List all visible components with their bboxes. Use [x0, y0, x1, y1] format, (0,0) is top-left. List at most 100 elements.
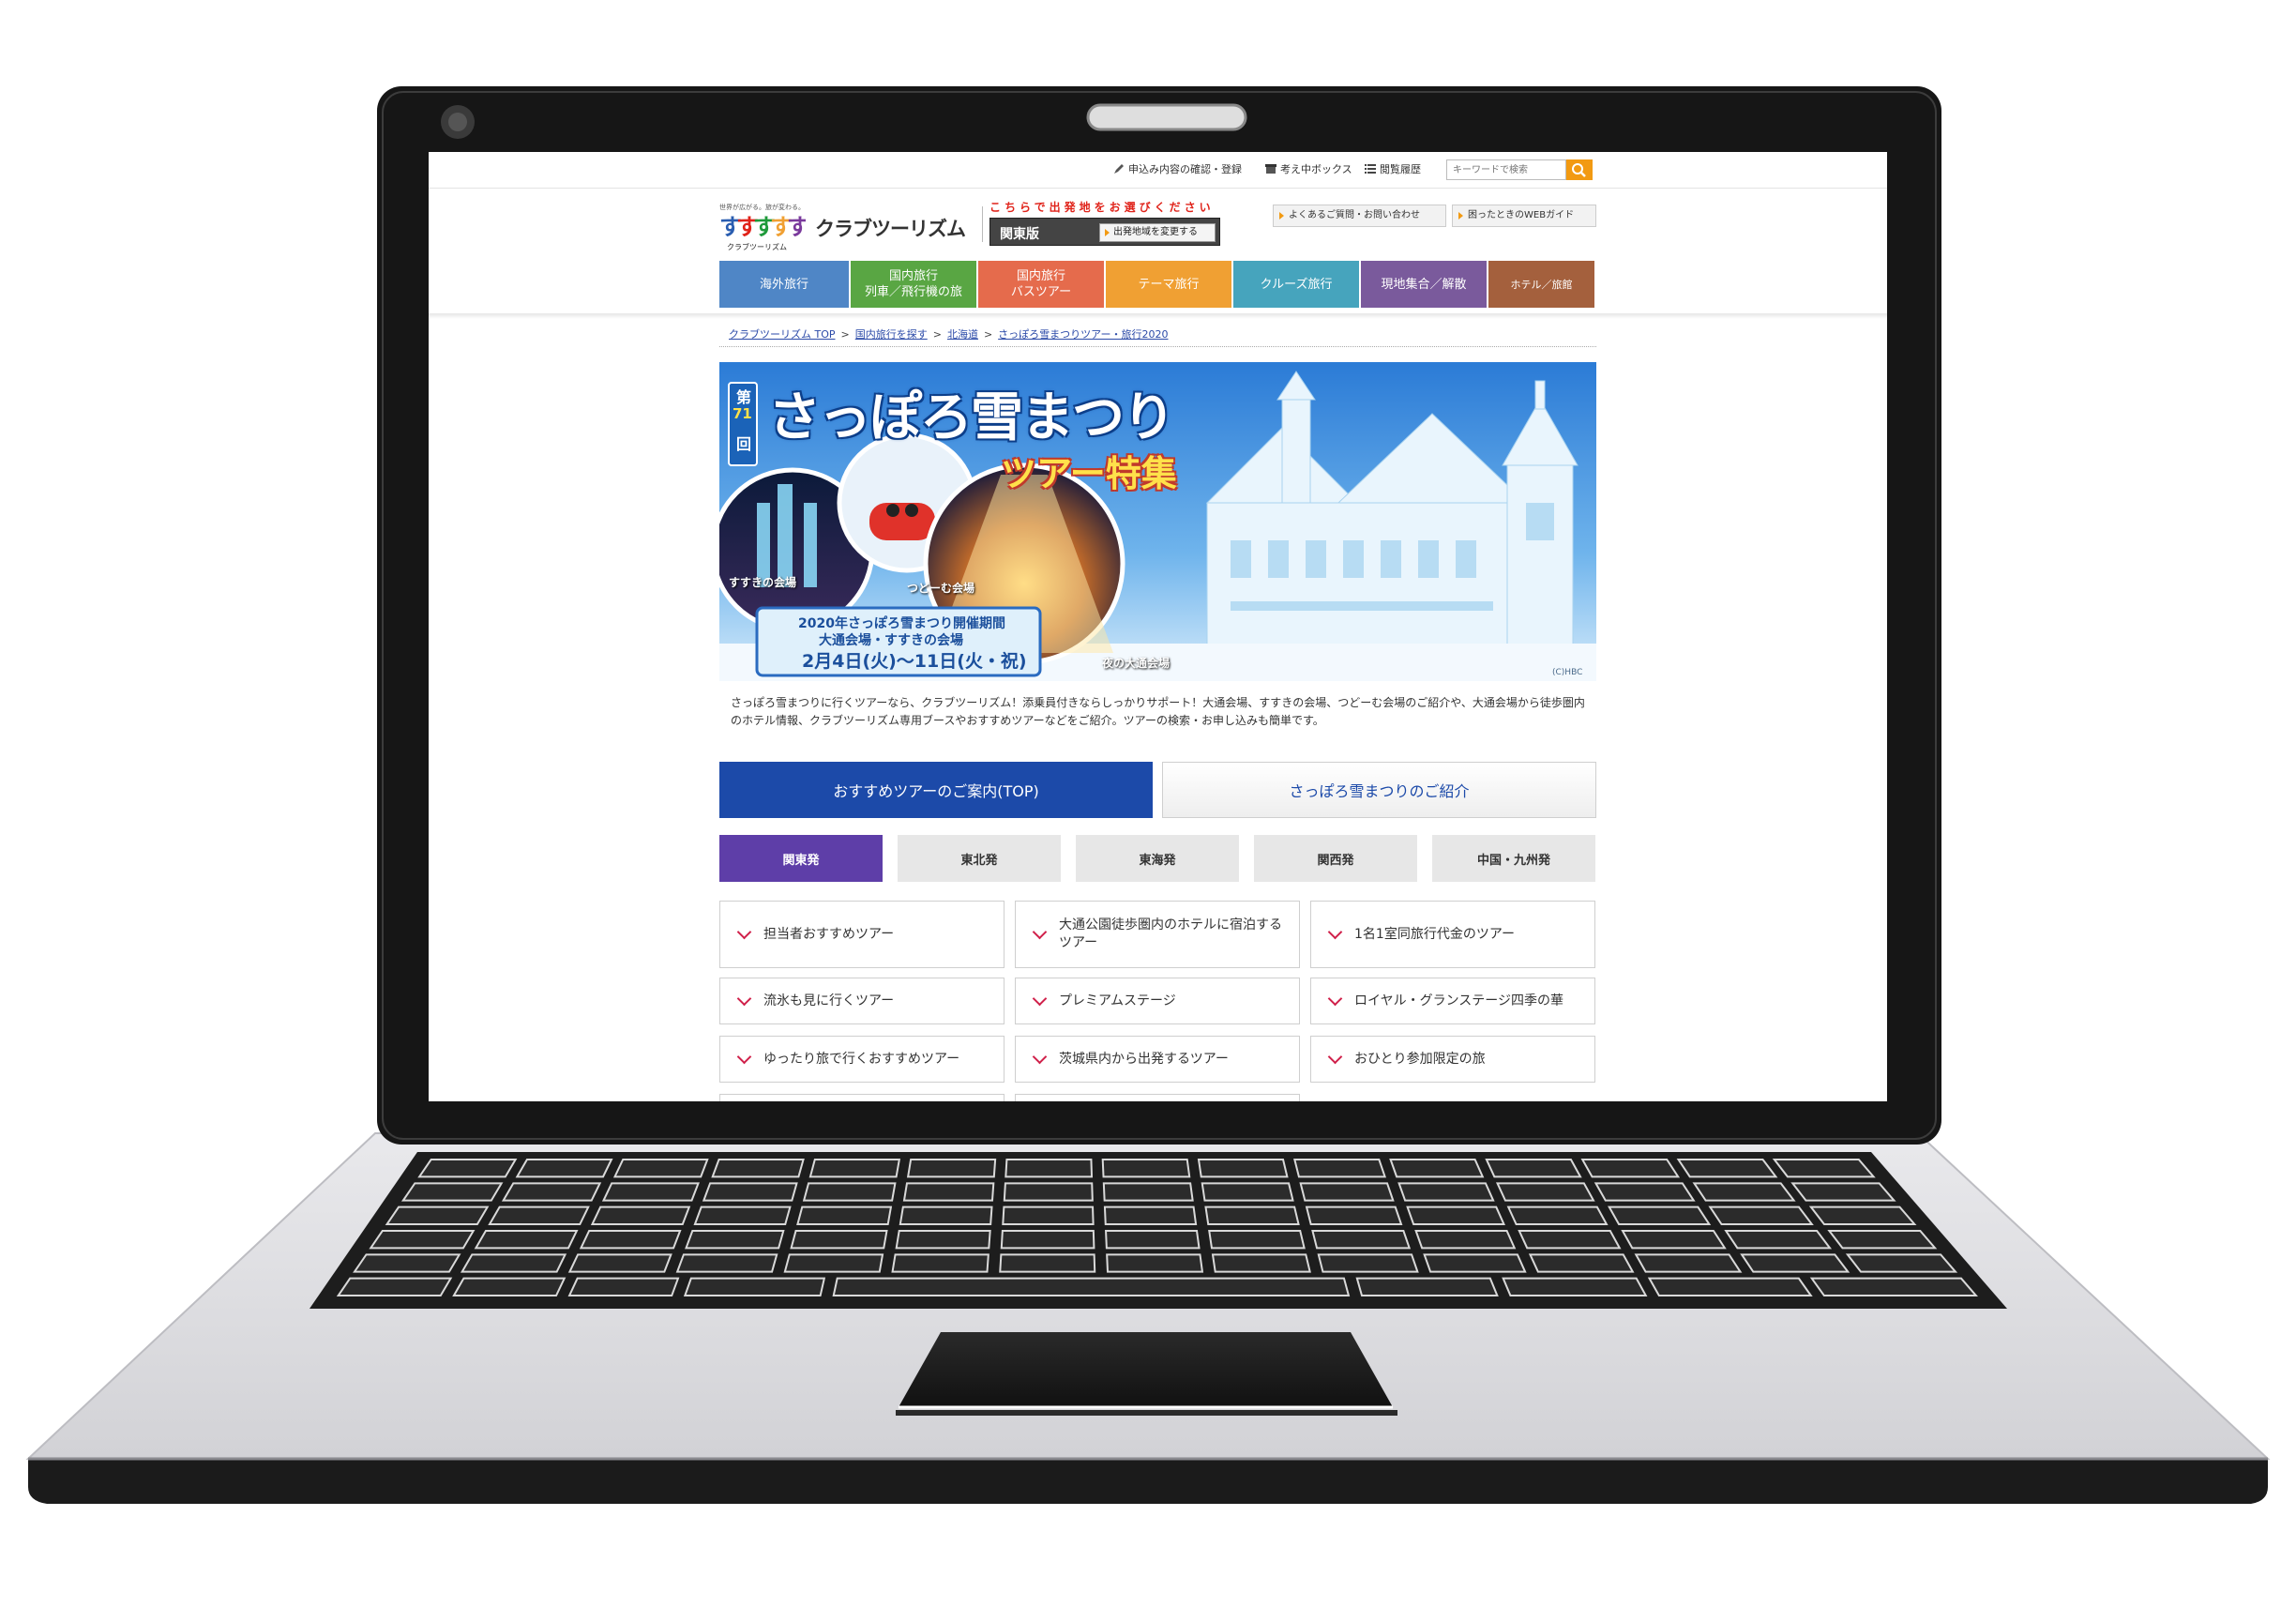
nav-item-3[interactable]: 国内旅行 バスツアー — [978, 261, 1104, 308]
svg-text:す: す — [787, 214, 806, 240]
tour-category-button[interactable] — [719, 1094, 1004, 1101]
breadcrumb-item[interactable]: 北海道 — [947, 328, 978, 341]
region-notice: こちらで出発地をお選びください — [989, 201, 1215, 214]
history-link[interactable]: 閲覧履歴 — [1365, 161, 1421, 176]
keyboard-key — [902, 1182, 995, 1202]
global-nav: 海外旅行 国内旅行 列車／飛行機の旅 国内旅行 バスツアー テーマ旅行 クルーズ旅行 現地… — [719, 261, 1596, 308]
keyboard-key — [796, 1205, 893, 1225]
keyboard-key — [1827, 1230, 1938, 1250]
edition-top: 第 — [736, 388, 752, 406]
search-icon — [1572, 163, 1586, 177]
keyboard-key — [1204, 1205, 1300, 1225]
keyboard-key — [1708, 1205, 1814, 1225]
keyboard-key — [417, 1159, 518, 1178]
nav-item-6[interactable]: 現地集合／解散 — [1361, 261, 1487, 308]
keyboard-key — [1305, 1205, 1403, 1225]
nav-item-1[interactable]: 海外旅行 — [719, 261, 849, 308]
keyboard-key — [1676, 1159, 1778, 1178]
nav-item-5[interactable]: クルーズ旅行 — [1233, 261, 1359, 308]
keyboard-key — [1201, 1182, 1294, 1202]
keyboard-key — [1208, 1230, 1306, 1250]
brand-logo[interactable]: クラブツーリズム — [815, 214, 966, 242]
banner-subtitle: ツアー特集 — [1001, 453, 1177, 494]
tour-category-button[interactable]: 流氷も見に行くツアー — [719, 978, 1004, 1024]
breadcrumb-item[interactable]: クラブツーリズム TOP — [729, 328, 836, 341]
nav-item-2[interactable]: 国内旅行 列車／飛行機の旅 — [851, 261, 976, 308]
keyboard-key — [1506, 1205, 1609, 1225]
tour-category-button[interactable]: 大通公園徒歩圏内のホテルに宿泊するツアー — [1015, 901, 1300, 968]
keyboard-key — [1397, 1182, 1495, 1202]
venue-odori: 夜の大通会場 — [1102, 657, 1171, 670]
search-button[interactable] — [1566, 159, 1593, 180]
tour-category-button[interactable] — [1015, 1094, 1300, 1101]
chevron-down-icon — [1032, 991, 1048, 1007]
keyboard-key — [802, 1182, 897, 1202]
chevron-down-icon — [1327, 924, 1343, 940]
tour-category-button[interactable]: ロイヤル・グランステージ四季の華 — [1310, 978, 1595, 1024]
keyboard-key — [1495, 1182, 1595, 1202]
tour-category-button[interactable]: 1名1室同旅行代金のツアー — [1310, 901, 1595, 968]
tour-category-label: おひとり参加限定の旅 — [1354, 1051, 1486, 1067]
chevron-down-icon — [1032, 1049, 1048, 1065]
keyboard-key — [1293, 1159, 1387, 1178]
tab-festival-introduction[interactable]: さっぽろ雪まつりのご紹介 — [1162, 762, 1596, 818]
keyboard-key — [579, 1230, 682, 1250]
region-selector: 関東版 出発地域を変更する — [989, 218, 1220, 246]
tour-category-label: 茨城県内から出発するツアー — [1059, 1051, 1229, 1067]
keyboard-key — [590, 1205, 691, 1225]
keyboard-key — [567, 1253, 672, 1273]
keyboard-key — [1647, 1277, 1813, 1296]
keyboard-key — [1355, 1277, 1499, 1296]
departure-tab[interactable]: 東海発 — [1076, 835, 1239, 882]
apply-check-link[interactable]: 申込み内容の確認・登録 — [1113, 161, 1242, 176]
nav-item-7[interactable]: ホテル／旅館 — [1488, 261, 1594, 308]
keyboard-key — [1790, 1182, 1896, 1202]
keyboard-key — [1724, 1230, 1833, 1250]
departure-tab[interactable]: 関西発 — [1254, 835, 1417, 882]
tour-category-button[interactable]: プレミアムステージ — [1015, 978, 1300, 1024]
tour-category-button[interactable]: 担当者おすすめツアー — [719, 901, 1004, 968]
consider-box-link[interactable]: 考え中ボックス — [1265, 161, 1352, 176]
tour-category-label: 大通公園徒歩圏内のホテルに宿泊するツアー — [1059, 917, 1282, 950]
keyboard-key — [1594, 1182, 1696, 1202]
keyboard-key — [612, 1159, 709, 1178]
tour-category-button[interactable]: ゆったり旅で行くおすすめツアー — [719, 1036, 1004, 1083]
keyboard-key — [1102, 1182, 1194, 1202]
keyboard-key — [832, 1277, 1351, 1296]
faq-button[interactable]: よくあるご質問・お問い合わせ — [1273, 205, 1446, 227]
pen-icon — [1114, 164, 1124, 174]
keyboard-key — [1406, 1205, 1505, 1225]
departure-tab[interactable]: 関東発 — [719, 835, 883, 882]
tab-recommended-tours[interactable]: おすすめツアーのご案内(TOP) — [719, 762, 1153, 818]
tour-category-button[interactable]: おひとり参加限定の旅 — [1310, 1036, 1595, 1083]
keyboard-key — [895, 1230, 991, 1250]
keyboard-key — [1197, 1159, 1289, 1178]
keyboard-key — [1485, 1159, 1582, 1178]
tour-category-button[interactable]: 茨城県内から出発するツアー — [1015, 1036, 1300, 1083]
hero-banner[interactable]: 第 71 回 さっぽろ雪まつり ツアー特集 すすきの会場 つどーむ会場 夜の大通… — [719, 362, 1596, 681]
web-guide-button[interactable]: 困ったときのWEBガイド — [1452, 205, 1596, 227]
keyboard-key — [601, 1182, 700, 1202]
tour-category-label: ゆったり旅で行くおすすめツアー — [763, 1051, 960, 1067]
keyboard-key — [1211, 1253, 1311, 1273]
keyboard-key — [1103, 1205, 1198, 1225]
breadcrumb-item[interactable]: 国内旅行を探す — [855, 328, 928, 341]
brand-tagline: 世界が広がる。旅が変わる。 — [719, 204, 805, 211]
list-icon — [1365, 164, 1376, 174]
keyboard-key — [1580, 1159, 1681, 1178]
keyboard-key — [515, 1159, 613, 1178]
nav-item-4[interactable]: テーマ旅行 — [1106, 261, 1231, 308]
keyboard-key — [1518, 1230, 1622, 1250]
search-input[interactable] — [1446, 159, 1566, 180]
keyboard-key — [353, 1253, 461, 1273]
departure-tab[interactable]: 中国・九州発 — [1432, 835, 1595, 882]
chevron-down-icon — [736, 991, 752, 1007]
change-region-button[interactable]: 出発地域を変更する — [1099, 223, 1216, 242]
keyboard-key — [1389, 1159, 1485, 1178]
departure-tab[interactable]: 東北発 — [898, 835, 1061, 882]
keyboard-key — [906, 1159, 997, 1178]
breadcrumb-item[interactable]: さっぽろ雪まつりツアー・旅行2020 — [998, 328, 1168, 341]
edition-number: 71 — [733, 405, 752, 422]
keyboard-key — [369, 1230, 476, 1250]
keyboard-key — [567, 1277, 680, 1296]
